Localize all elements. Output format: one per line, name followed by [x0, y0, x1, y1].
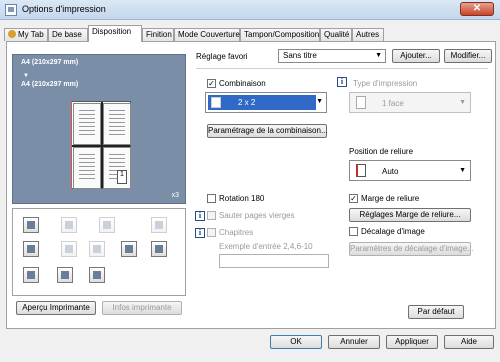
tab-autres[interactable]: Autres: [352, 28, 384, 41]
combinaison-label: Combinaison: [219, 79, 266, 88]
annuler-button[interactable]: Annuler: [328, 335, 380, 349]
booklet-icon[interactable]: [151, 217, 167, 233]
marge-reliure-label: Marge de reliure: [361, 194, 420, 203]
chevron-down-icon: ▼: [375, 52, 382, 59]
decalage-image-checkbox[interactable]: [349, 227, 358, 236]
chevron-down-icon: ▼: [316, 98, 323, 105]
infos-imprimante-button[interactable]: Infos imprimante: [102, 301, 182, 315]
sauter-pages-checkbox[interactable]: [207, 211, 216, 220]
tab-disposition[interactable]: Disposition: [88, 25, 142, 42]
window-title: Options d'impression: [22, 4, 106, 14]
tab-label: De base: [52, 30, 82, 39]
tab-finition[interactable]: Finition: [142, 28, 174, 41]
chapitres-input[interactable]: [219, 254, 329, 268]
tab-tampon-composition[interactable]: Tampon/Composition: [240, 28, 320, 41]
document-icon: [356, 96, 366, 109]
tab-label: Tampon/Composition: [244, 30, 320, 39]
original-size-label: A4 (210x297 mm): [21, 59, 79, 66]
tab-de-base[interactable]: De base: [48, 28, 88, 41]
tab-qualite[interactable]: Qualité: [320, 28, 352, 41]
tab-label: Qualité: [324, 30, 350, 39]
info-icon: i: [337, 77, 347, 87]
insert-icon[interactable]: [89, 241, 105, 257]
modifier-button[interactable]: Modifier...: [444, 49, 492, 63]
function-icon-grid: [12, 208, 186, 296]
close-button[interactable]: ✕: [460, 2, 494, 16]
tab-mode-couverture[interactable]: Mode Couverture: [174, 28, 240, 41]
page-quadrant: [103, 103, 131, 145]
info-icon: i: [195, 211, 205, 221]
binding-position-icon: [356, 164, 366, 177]
favorite-select[interactable]: Sans titre ▼: [278, 49, 386, 63]
duplex-icon[interactable]: [99, 217, 115, 233]
cover-icon[interactable]: [61, 241, 77, 257]
staple-icon[interactable]: [151, 241, 167, 257]
margin-icon[interactable]: [121, 241, 137, 257]
rotate-icon[interactable]: [61, 217, 77, 233]
sauter-pages-label: Sauter pages vierges: [219, 211, 295, 220]
reglages-marge-button[interactable]: Réglages Marge de reliure...: [349, 208, 471, 222]
combinaison-selected-option: 2 x 2: [208, 95, 316, 110]
quadrant-divider: [72, 145, 130, 147]
combinaison-value: 2 x 2: [238, 98, 256, 107]
appliquer-button[interactable]: Appliquer: [386, 335, 438, 349]
stamp-icon[interactable]: [89, 267, 105, 283]
info-icon: i: [195, 228, 205, 238]
title-bar: Options d'impression ✕: [0, 0, 500, 20]
rotation-label: Rotation 180: [219, 194, 265, 203]
ajouter-button[interactable]: Ajouter...: [392, 49, 440, 63]
grid-2x2-icon: [211, 97, 221, 108]
tab-label: Finition: [146, 30, 172, 39]
type-impression-value: 1 face: [382, 99, 404, 108]
type-impression-select[interactable]: 1 face ▼: [349, 92, 471, 113]
favorite-label: Réglage favori: [196, 52, 248, 61]
tab-label: Mode Couverture: [178, 30, 240, 39]
tab-label: Autres: [356, 30, 380, 39]
ok-button[interactable]: OK: [270, 335, 322, 349]
apercu-imprimante-button[interactable]: Aperçu Imprimante: [16, 301, 96, 315]
combinaison-select[interactable]: 2 x 2 ▼: [205, 92, 327, 113]
page-quadrant: [73, 103, 101, 145]
arrow-down-icon: ▼: [23, 73, 29, 79]
aide-button[interactable]: Aide: [444, 335, 494, 349]
tab-my-tab[interactable]: My Tab: [4, 28, 48, 41]
punch-icon[interactable]: [23, 267, 39, 283]
chevron-down-icon: ▼: [459, 167, 466, 174]
output-size-label: A4 (210x297 mm): [21, 81, 79, 88]
chapter-icon[interactable]: [23, 241, 39, 257]
rotation-checkbox[interactable]: [207, 194, 216, 203]
parametres-decalage-button[interactable]: Paramètres de décalage d'image...: [349, 242, 474, 256]
type-impression-label: Type d'impression: [353, 79, 418, 88]
page-quadrant: [73, 147, 101, 189]
printer-app-icon: [5, 4, 17, 16]
decalage-image-label: Décalage d'image: [361, 227, 425, 236]
tab-label: Disposition: [92, 27, 132, 36]
my-tab-icon: [8, 30, 16, 38]
marge-reliure-checkbox[interactable]: ✓: [349, 194, 358, 203]
binding-margin-line: [71, 101, 72, 189]
position-reliure-select[interactable]: Auto ▼: [349, 160, 471, 181]
tab-label: My Tab: [18, 30, 44, 39]
parametrage-combinaison-button[interactable]: Paramétrage de la combinaison...: [207, 124, 328, 138]
page-number: 1: [117, 170, 127, 184]
chapitres-label: Chapitres: [219, 228, 254, 237]
user-icon[interactable]: [57, 267, 73, 283]
combine-icon[interactable]: [23, 217, 39, 233]
favorite-value: Sans titre: [283, 51, 317, 60]
section-divider: [196, 68, 488, 69]
chevron-down-icon: ▼: [459, 99, 466, 106]
copies-count: x3: [171, 192, 179, 199]
combinaison-checkbox[interactable]: ✓: [207, 79, 216, 88]
position-reliure-label: Position de reliure: [349, 147, 414, 156]
chapitres-checkbox[interactable]: [207, 228, 216, 237]
position-reliure-value: Auto: [382, 167, 399, 176]
print-preview: A4 (210x297 mm) ▼ A4 (210x297 mm) 1 x3: [12, 54, 186, 204]
chapitres-example: Exemple d'entrée 2,4,6-10: [219, 242, 313, 251]
par-defaut-button[interactable]: Par défaut: [408, 305, 464, 319]
